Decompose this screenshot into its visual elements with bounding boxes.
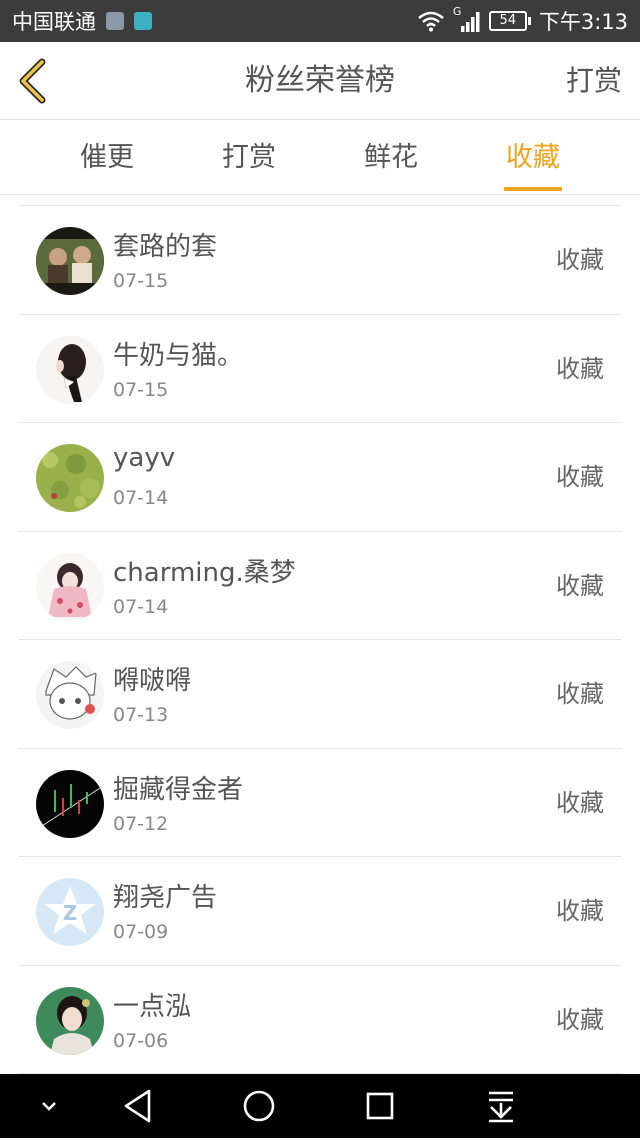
- clock: 下午3:13: [538, 10, 628, 34]
- favorite-label: 收藏: [556, 246, 604, 274]
- user-date: 07-09: [113, 921, 169, 943]
- favorite-label: 收藏: [556, 571, 604, 600]
- avatar: [36, 227, 104, 295]
- tab-reward[interactable]: 打赏: [178, 121, 320, 195]
- user-name: 牛奶与猫。: [113, 340, 244, 371]
- user-name: 翔尧广告: [113, 883, 218, 913]
- gallery-notification-icon: [106, 12, 124, 30]
- avatar: [36, 661, 104, 729]
- favorite-label: 收藏: [556, 463, 604, 491]
- user-date: 07-06: [113, 1029, 169, 1052]
- nav-notification-button[interactable]: [469, 1074, 533, 1138]
- tab-indicator: [504, 187, 562, 191]
- app-notification-icon: [134, 12, 152, 30]
- user-name: 嘚啵嘚: [113, 666, 192, 696]
- favorite-label: 收藏: [556, 354, 604, 383]
- avatar: [36, 335, 104, 404]
- recents-square-icon: [366, 1092, 394, 1120]
- favorite-label: 收藏: [556, 1005, 604, 1034]
- battery-icon: 54: [488, 11, 531, 31]
- tab-label: 打赏: [222, 142, 276, 173]
- list-item[interactable]: 牛奶与猫。 07-15 收藏: [18, 315, 622, 423]
- tab-label: 催更: [80, 142, 134, 173]
- favorite-label: 收藏: [556, 897, 604, 925]
- user-name: 套路的套: [113, 232, 218, 262]
- back-triangle-icon: [124, 1089, 151, 1123]
- notification-pull-icon: [489, 1091, 513, 1123]
- user-name: 掘藏得金者: [113, 774, 244, 805]
- tab-bar: 催更 打赏 鲜花 收藏: [0, 121, 640, 195]
- fan-list: 套路的套 07-15 收藏 牛奶与猫。 07-15 收藏 yayv 07-14 …: [18, 205, 622, 1074]
- list-item[interactable]: 嘚啵嘚 07-13 收藏: [18, 640, 622, 749]
- nav-back-button[interactable]: [106, 1074, 170, 1138]
- status-bar-right: G 54 下午3:13: [417, 0, 628, 42]
- header: 粉丝荣誉榜 打赏: [0, 42, 640, 120]
- battery-level: 54: [488, 11, 527, 31]
- avatar: [36, 552, 104, 621]
- chevron-down-icon: [42, 1102, 56, 1111]
- nav-collapse-button[interactable]: [17, 1074, 81, 1138]
- tab-label: 鲜花: [364, 142, 418, 173]
- avatar: [36, 769, 104, 838]
- tab-urge-update[interactable]: 催更: [36, 121, 178, 195]
- carrier-name: 中国联通: [12, 10, 96, 34]
- wifi-icon: [418, 11, 444, 32]
- list-item[interactable]: 套路的套 07-15 收藏: [18, 206, 622, 315]
- avatar: Z: [36, 878, 104, 946]
- user-name: yayv: [113, 443, 176, 473]
- nav-home-button[interactable]: [227, 1074, 291, 1138]
- tab-flowers[interactable]: 鲜花: [320, 121, 462, 195]
- system-nav-bar: [0, 1074, 640, 1138]
- user-date: 07-13: [113, 704, 169, 726]
- list-item[interactable]: 一点泓 07-06 收藏: [18, 966, 622, 1074]
- status-bar-left: 中国联通: [12, 0, 152, 42]
- user-name: 一点泓: [113, 991, 192, 1022]
- signal-icon: G: [453, 5, 481, 33]
- user-name: charming.桑梦: [113, 557, 296, 588]
- page-title: 粉丝荣誉榜: [245, 63, 395, 98]
- favorite-label: 收藏: [556, 788, 604, 817]
- svg-text:Z: Z: [63, 901, 78, 925]
- user-date: 07-12: [113, 812, 169, 835]
- tab-favorites[interactable]: 收藏: [462, 121, 604, 195]
- list-item[interactable]: Z 翔尧广告 07-09 收藏: [18, 857, 622, 966]
- user-date: 07-15: [113, 378, 169, 401]
- user-date: 07-14: [113, 487, 169, 509]
- user-date: 07-15: [113, 270, 169, 292]
- list-item[interactable]: charming.桑梦 07-14 收藏: [18, 532, 622, 640]
- list-item[interactable]: 掘藏得金者 07-12 收藏: [18, 749, 622, 857]
- tab-label: 收藏: [506, 142, 560, 173]
- favorite-label: 收藏: [556, 680, 604, 708]
- status-bar: 中国联通 G 54 下午3:13: [0, 0, 640, 42]
- list-item[interactable]: yayv 07-14 收藏: [18, 423, 622, 532]
- avatar: [36, 444, 104, 512]
- avatar: [36, 986, 104, 1055]
- home-circle-icon: [243, 1090, 275, 1122]
- user-date: 07-14: [113, 595, 169, 618]
- reward-button[interactable]: 打赏: [566, 42, 622, 120]
- nav-recents-button[interactable]: [348, 1074, 412, 1138]
